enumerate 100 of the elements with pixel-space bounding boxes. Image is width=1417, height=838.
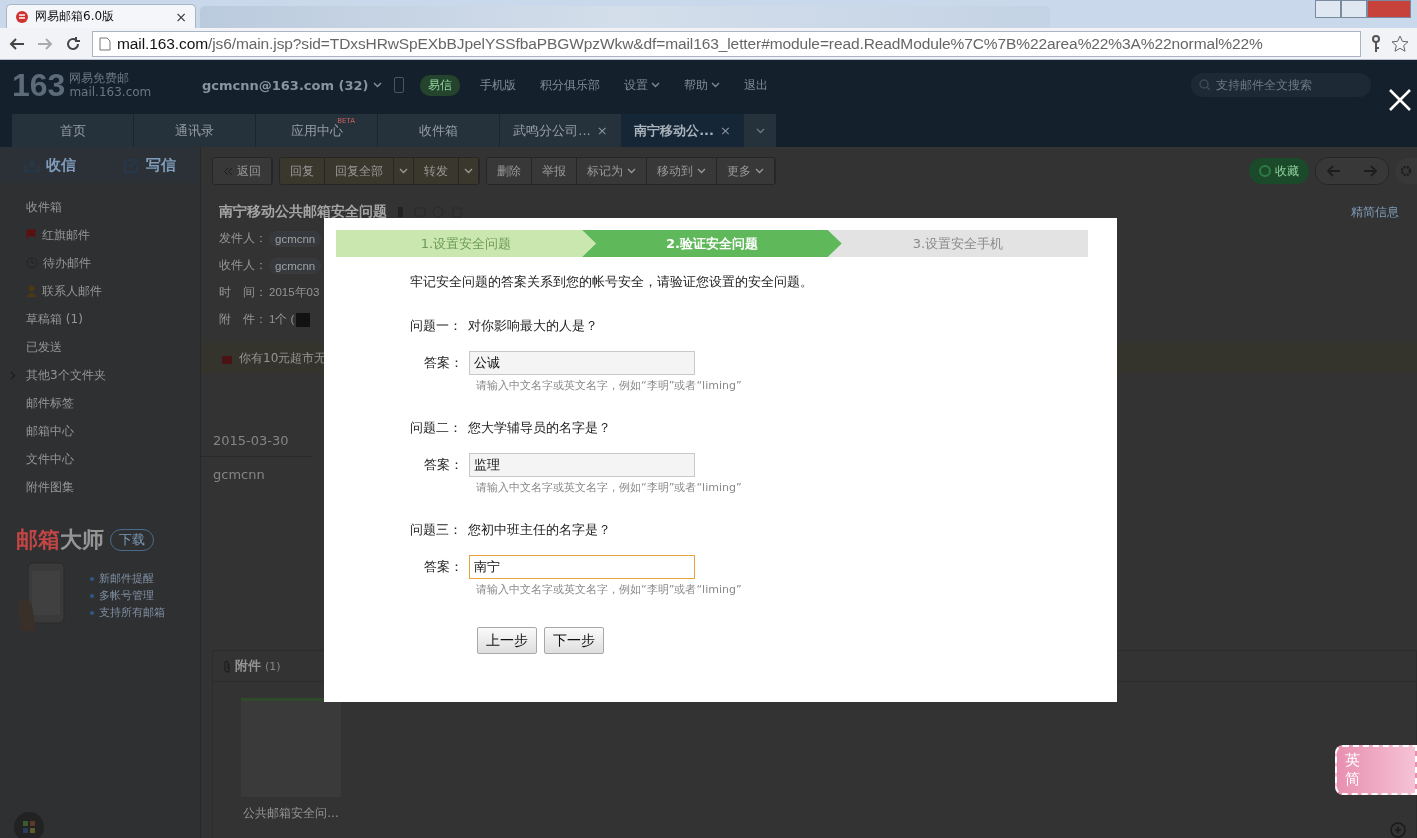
toolbar-button[interactable]: 更多 — [717, 158, 775, 184]
progress-step: 1.设置安全问题 — [336, 230, 596, 257]
promo-title: 邮箱大师 — [16, 526, 104, 554]
logo-number: 163 — [12, 66, 66, 104]
hint-text: 请输入中文名字或英文名字，例如“李明”或者“liming” — [475, 582, 743, 597]
settings-button[interactable] — [1395, 158, 1417, 184]
toolbar-button[interactable]: 举报 — [532, 158, 577, 184]
meta-label: 时 间： — [219, 285, 267, 300]
mail-tab[interactable]: 收件箱 — [378, 114, 500, 147]
header-link[interactable]: 设置 — [623, 76, 660, 94]
receive-button[interactable]: 收信 — [24, 155, 76, 175]
toolbar-button[interactable]: 删除 — [487, 158, 532, 184]
page-icon — [99, 36, 111, 51]
hint-text: 请输入中文名字或英文名字，例如“李明”或者“liming” — [475, 378, 743, 393]
yixin-button[interactable]: 易信 — [419, 74, 460, 96]
folder-item[interactable]: 其他3个文件夹 — [0, 361, 200, 389]
answer-field[interactable]: 监理 — [469, 453, 695, 477]
attachment-name[interactable]: 公共邮箱安全问... — [243, 805, 339, 822]
apps-icon[interactable] — [14, 812, 44, 838]
star-icon[interactable] — [1391, 34, 1409, 53]
browser-tab[interactable]: 网易邮箱6.0版 × — [6, 4, 196, 28]
account-menu[interactable]: gcmcnn@163.com (32) — [202, 77, 382, 93]
progress-step: 3.设置安全手机 — [828, 230, 1088, 257]
back-icon[interactable] — [8, 35, 26, 52]
bullet-icon — [90, 576, 94, 581]
caret-icon — [627, 168, 636, 174]
person-icon — [26, 285, 37, 297]
answer-field[interactable]: 公诚 — [469, 351, 695, 375]
address-chip[interactable]: gcmcnn — [269, 230, 322, 247]
step-button[interactable]: 下一步 — [544, 627, 604, 654]
meta-label: 附 件： — [219, 312, 267, 327]
address-chip[interactable]: gcmcnn — [269, 257, 322, 274]
folder-item[interactable]: 已发送 — [0, 333, 200, 361]
question-label: 问题一： — [410, 317, 462, 335]
back-button[interactable]: 返回 — [213, 158, 272, 184]
caret-icon — [755, 168, 764, 174]
previous-button[interactable] — [1316, 158, 1352, 184]
bullet-icon — [90, 610, 94, 615]
close-icon[interactable] — [1388, 88, 1412, 112]
folder-item[interactable]: 文件中心 — [0, 445, 200, 473]
folder-item[interactable]: 邮件标签 — [0, 389, 200, 417]
logo-domain: mail.163.com — [69, 85, 152, 99]
folder-item[interactable]: 红旗邮件 — [0, 221, 200, 249]
double-left-icon — [223, 166, 233, 176]
subject-action-icons[interactable] — [397, 206, 463, 218]
caret-icon — [464, 168, 473, 174]
folder-item[interactable]: 收件箱 — [0, 193, 200, 221]
folder-item[interactable]: 草稿箱 (1) — [0, 305, 200, 333]
logo-name: 网易免费邮 — [69, 71, 131, 85]
settings-icon — [1400, 165, 1412, 177]
attachment-count: (1) — [265, 659, 281, 673]
header-link[interactable]: 手机版 — [479, 76, 516, 94]
mail-subject: 南宁移动公共邮箱安全问题 — [219, 203, 387, 221]
toolbar-button[interactable]: 回复 — [280, 158, 325, 184]
mail-tab[interactable]: 南宁移动公... × — [622, 114, 744, 147]
attachments-title: 附件 — [235, 657, 261, 675]
mail-tab[interactable]: 武鸣分公司... × — [500, 114, 622, 147]
next-button[interactable] — [1352, 158, 1388, 184]
toolbar-button[interactable]: 移动到 — [647, 158, 717, 184]
image-file-icon — [296, 312, 311, 327]
intro-text: 牢记安全问题的答案关系到您的帐号安全，请验证您设置的安全问题。 — [410, 273, 814, 291]
attachment-thumbnail[interactable] — [241, 698, 341, 797]
address-bar[interactable]: mail.163.com/js6/main.jsp?sid=TDxsHRwSpEXbBJpelYSSfbaPBGWpzWkw&df=mail163_letter#module=read.ReadModule%7C%7B%22area%22%3A%22normal%22% — [92, 30, 1361, 57]
mail-logo-icon — [15, 9, 29, 24]
reload-icon[interactable] — [64, 34, 82, 53]
favorite-button[interactable]: 收藏 — [1249, 158, 1309, 184]
feature-item: 支持所有邮箱 — [99, 605, 165, 620]
meta-label: 发件人： — [219, 231, 267, 246]
toolbar-button[interactable]: 回复全部 — [325, 158, 394, 184]
bullet-icon — [90, 593, 94, 598]
toolbar-button[interactable]: 标记为 — [577, 158, 647, 184]
mail-date: 2015-03-30 — [201, 433, 313, 457]
meta-value: 2015年03 — [269, 285, 320, 300]
detail-toggle-link[interactable]: 精简信息 — [1351, 203, 1399, 221]
step-button[interactable]: 上一步 — [477, 627, 537, 654]
folder-item[interactable]: 邮箱中心 — [0, 417, 200, 445]
header-link[interactable]: 积分俱乐部 — [539, 76, 600, 94]
dropdown-button[interactable] — [394, 158, 414, 184]
key-icon[interactable] — [1371, 34, 1381, 53]
answer-field[interactable]: 南宁 — [469, 555, 695, 579]
meta-label: 收件人： — [219, 258, 267, 273]
toolbar-button[interactable]: 转发 — [414, 158, 459, 184]
zoom-in-icon[interactable] — [1390, 822, 1408, 838]
header-link[interactable]: 帮助 — [683, 76, 720, 94]
folder-item[interactable]: 待办邮件 — [0, 249, 200, 277]
phone-icon[interactable] — [393, 77, 404, 93]
forward-icon[interactable] — [36, 35, 54, 52]
compose-button[interactable]: 写信 — [124, 155, 176, 175]
question-text: 对你影响最大的人是？ — [468, 317, 598, 335]
folder-item[interactable]: 附件图集 — [0, 473, 200, 501]
header-link[interactable]: 退出 — [743, 76, 768, 94]
folder-item[interactable]: 联系人邮件 — [0, 277, 200, 305]
dropdown-button[interactable] — [459, 158, 479, 184]
search-field[interactable]: 支持邮件全文搜索 — [1191, 73, 1371, 97]
mail-tab[interactable]: 通讯录 — [134, 114, 256, 147]
mail-tab[interactable]: 首页 — [12, 114, 134, 147]
window-controls[interactable] — [1315, 0, 1411, 18]
progress-step: 2.验证安全问题 — [582, 230, 842, 257]
answer-label: 答案： — [424, 354, 463, 372]
tab-menu-button[interactable] — [744, 114, 776, 147]
